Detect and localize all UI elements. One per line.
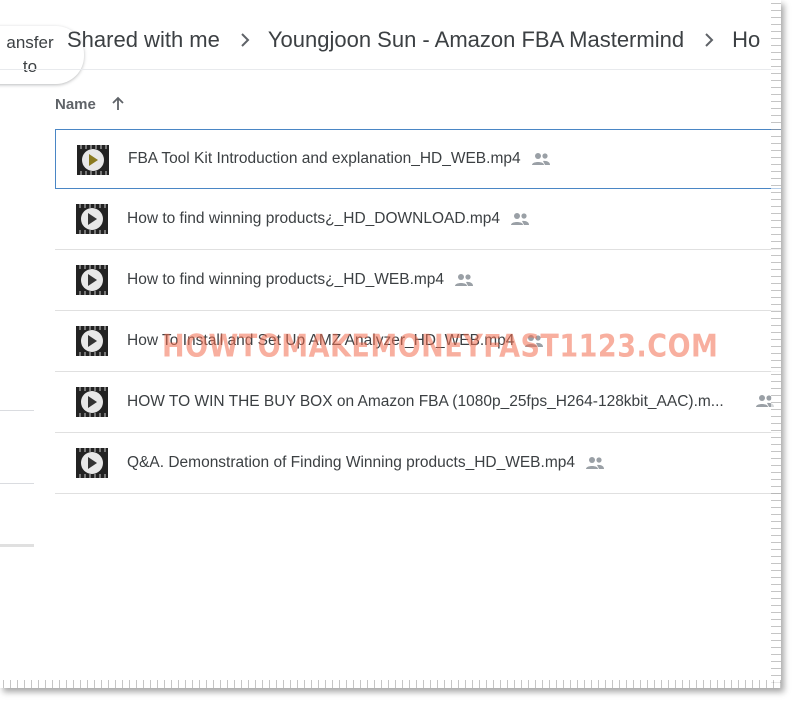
shared-people-icon xyxy=(511,212,529,225)
chevron-right-icon xyxy=(238,32,252,48)
storage-bar xyxy=(0,544,34,547)
torn-edge xyxy=(0,680,781,688)
file-list: FBA Tool Kit Introduction and explanatio… xyxy=(55,129,781,494)
shared-people-icon xyxy=(585,456,604,469)
chevron-right-icon xyxy=(702,32,716,48)
file-name: How to find winning products¿_HD_WEB.mp4 xyxy=(127,271,474,289)
file-row[interactable]: FBA Tool Kit Introduction and explanatio… xyxy=(55,129,781,189)
name-column-header[interactable]: Name xyxy=(55,92,126,116)
file-name: How to find winning products¿_HD_DOWNLOA… xyxy=(127,210,530,228)
video-file-icon xyxy=(76,387,108,417)
video-file-icon xyxy=(76,448,108,478)
file-name: FBA Tool Kit Introduction and explanatio… xyxy=(128,150,551,168)
file-row[interactable]: How to find winning products¿_HD_DOWNLOA… xyxy=(55,189,781,250)
name-column-label: Name xyxy=(55,95,96,113)
drive-window: ansfer to Shared with me Youngjoon Sun -… xyxy=(0,0,781,688)
breadcrumb-folder[interactable]: Youngjoon Sun - Amazon FBA Mastermind xyxy=(268,27,684,53)
file-row[interactable]: Q&A. Demonstration of Finding Winning pr… xyxy=(55,433,781,494)
header-divider xyxy=(0,69,781,70)
sidebar-divider xyxy=(0,483,34,484)
breadcrumb-current-folder[interactable]: Ho xyxy=(732,27,760,53)
video-file-icon xyxy=(76,204,108,234)
left-sidebar: ansfer to xyxy=(0,0,84,688)
file-name: Q&A. Demonstration of Finding Winning pr… xyxy=(127,454,605,472)
breadcrumb-shared-with-me[interactable]: Shared with me xyxy=(67,27,220,53)
file-row[interactable]: How to find winning products¿_HD_WEB.mp4 xyxy=(55,250,781,311)
arrow-up-icon[interactable] xyxy=(110,96,126,112)
transfer-label-2: to xyxy=(22,57,38,76)
shared-people-icon xyxy=(455,273,474,286)
sidebar-divider xyxy=(0,410,34,411)
file-row[interactable]: HOW TO WIN THE BUY BOX on Amazon FBA (10… xyxy=(55,372,781,433)
breadcrumb: Shared with me Youngjoon Sun - Amazon FB… xyxy=(67,24,760,56)
video-file-icon xyxy=(76,326,108,356)
watermark-text: HOWTOMAKEMONEYFAST1123.COM xyxy=(162,328,719,365)
video-file-icon xyxy=(76,265,108,295)
file-name: HOW TO WIN THE BUY BOX on Amazon FBA (10… xyxy=(127,393,724,410)
shared-people-icon xyxy=(531,152,550,165)
video-file-icon xyxy=(77,145,109,175)
torn-edge xyxy=(771,0,781,688)
